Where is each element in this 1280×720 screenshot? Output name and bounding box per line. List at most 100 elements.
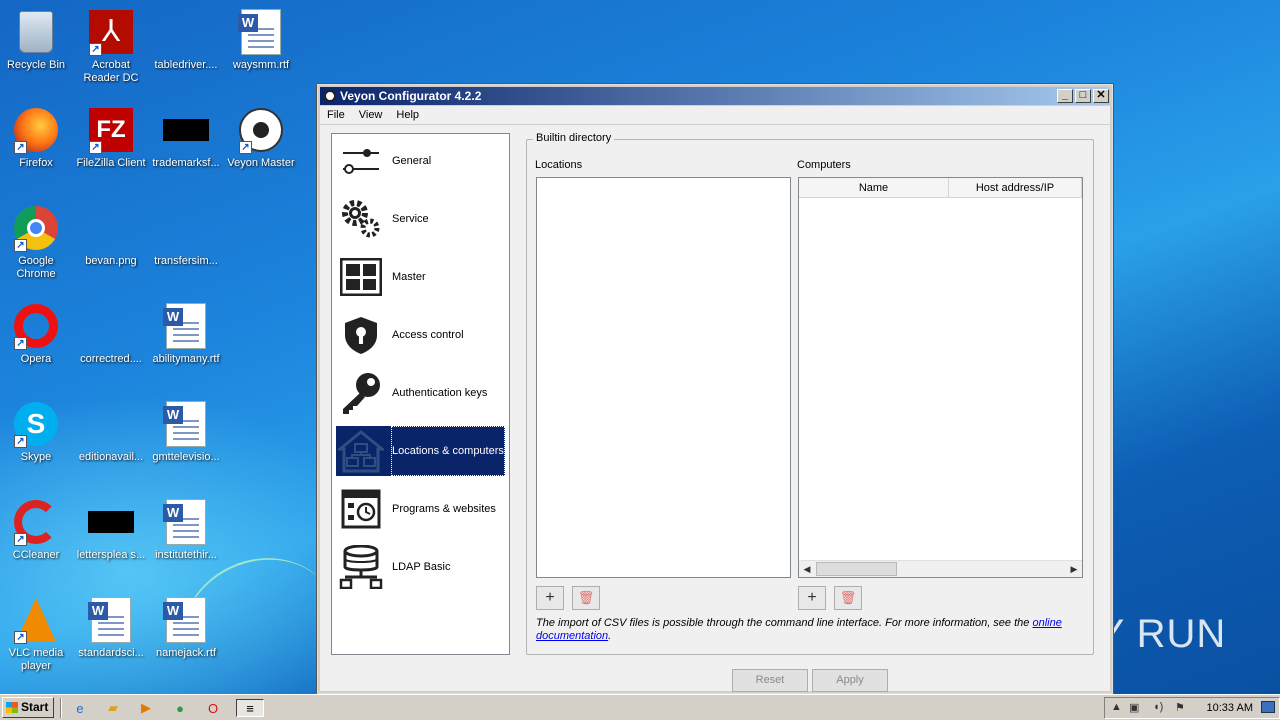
add-computer-button[interactable]: + <box>798 586 826 610</box>
nav-item-access-control[interactable]: Access control <box>336 310 505 360</box>
desktop-icon-vlc[interactable]: ↗ VLC media player <box>0 596 74 673</box>
ie-icon[interactable]: e <box>71 699 89 717</box>
menu-view[interactable]: View <box>352 106 390 124</box>
system-tray: ▲ ▣ ◖) ⚑ 10:33 AM <box>1104 697 1280 719</box>
desktop-icon-label: Veyon Master <box>227 157 295 169</box>
locations-list[interactable] <box>536 177 791 578</box>
show-desktop-icon[interactable] <box>1261 701 1275 713</box>
desktop-icon-label: trademarksf... <box>152 157 220 169</box>
desktop-icon-tabledriver[interactable]: tabledriver.... <box>148 8 224 72</box>
desktop-icon-recycle-bin[interactable]: Recycle Bin <box>0 8 74 72</box>
minimize-button[interactable]: _ <box>1057 89 1073 103</box>
start-label: Start <box>21 700 49 714</box>
desktop-icon-label: editionavail... <box>78 451 144 463</box>
desktop-icon-trademarksf[interactable]: trademarksf... <box>148 106 224 170</box>
nav-label: Programs & websites <box>392 503 496 515</box>
remove-computer-button[interactable]: 🗑 <box>834 586 862 610</box>
nav-item-ldap-basic[interactable]: LDAP Basic <box>336 542 505 592</box>
desktop-icon-opera[interactable]: ↗ Opera <box>0 302 74 366</box>
desktop-icon-ccleaner[interactable]: ↗ CCleaner <box>0 498 74 562</box>
desktop-icon-filezilla[interactable]: FZ ↗ FileZilla Client <box>73 106 149 170</box>
scroll-left-icon[interactable]: ◀ <box>799 561 815 577</box>
desktop-icon-abilitymany[interactable]: W abilitymany.rtf <box>148 302 224 366</box>
chrome-taskbar-icon[interactable]: ● <box>171 699 189 717</box>
desktop-icon-label: bevan.png <box>85 255 137 267</box>
column-header-host[interactable]: Host address/IP <box>949 178 1082 197</box>
desktop-icon-label: tabledriver.... <box>154 59 218 71</box>
nav-label: Access control <box>392 329 464 341</box>
client-area: General Service Master Access control Au… <box>320 125 1110 692</box>
media-player-icon[interactable]: ▶ <box>137 699 155 717</box>
scroll-thumb[interactable] <box>816 562 897 576</box>
desktop-icon-namejack[interactable]: W namejack.rtf <box>148 596 224 660</box>
desktop-icon-label: waysmm.rtf <box>232 59 290 71</box>
maximize-button[interactable]: □ <box>1075 89 1091 103</box>
desktop-icon-gmttelevisio[interactable]: W gmttelevisio... <box>148 400 224 464</box>
desktop-icon-correctred[interactable]: correctred.... <box>73 302 149 366</box>
nav-label: Authentication keys <box>392 387 488 399</box>
key-icon <box>336 368 386 418</box>
desktop-icon-institutethir[interactable]: W institutethir... <box>148 498 224 562</box>
nav-item-locations-computers[interactable]: Locations & computers <box>336 426 505 476</box>
title-bar[interactable]: Veyon Configurator 4.2.2 _ □ ✕ <box>320 87 1110 105</box>
desktop-icon-editionavail[interactable]: editionavail... <box>73 400 149 464</box>
settings-nav-list: General Service Master Access control Au… <box>331 133 510 655</box>
opera-taskbar-icon[interactable]: O <box>204 699 222 717</box>
add-location-button[interactable]: + <box>536 586 564 610</box>
desktop-icon-acrobat[interactable]: ⅄ ↗ Acrobat Reader DC <box>73 8 149 85</box>
trash-icon: 🗑 <box>839 590 857 605</box>
menu-help[interactable]: Help <box>389 106 426 124</box>
nav-label: General <box>392 155 432 167</box>
close-button[interactable]: ✕ <box>1093 89 1109 103</box>
plus-icon: + <box>807 589 817 606</box>
app-icon <box>324 90 336 102</box>
file-icon <box>88 511 134 533</box>
csv-import-note: The import of CSV files is possible thro… <box>536 617 1066 643</box>
start-button[interactable]: Start <box>2 697 54 718</box>
desktop-icon-firefox[interactable]: ↗ Firefox <box>0 106 74 170</box>
desktop-icon-label: Acrobat Reader DC <box>83 59 139 84</box>
desktop-icon-label: standardsci... <box>78 647 144 659</box>
desktop-icon-letterspleas[interactable]: lettersplea s... <box>73 498 149 562</box>
nav-label: Master <box>392 271 426 283</box>
plus-icon: + <box>545 589 555 606</box>
database-icon <box>336 542 386 592</box>
recycle-bin-icon <box>19 11 53 53</box>
network-icon[interactable]: ▣ <box>1129 701 1139 714</box>
nav-item-programs-websites[interactable]: Programs & websites <box>336 484 505 534</box>
scroll-right-icon[interactable]: ▶ <box>1066 561 1082 577</box>
nav-item-authentication-keys[interactable]: Authentication keys <box>336 368 505 418</box>
desktop-icon-skype[interactable]: S ↗ Skype <box>0 400 74 464</box>
windows-logo-icon <box>6 702 18 713</box>
clock[interactable]: 10:33 AM <box>1207 702 1253 714</box>
explorer-folder-icon[interactable]: ▰ <box>104 699 122 717</box>
desktop-icon-label: transfersim... <box>154 255 218 267</box>
desktop-icon-label: gmttelevisio... <box>152 451 220 463</box>
desktop-icon-label: CCleaner <box>12 549 60 561</box>
desktop-icon-transfersim[interactable]: transfersim... <box>148 204 224 268</box>
show-hidden-icons[interactable]: ▲ <box>1111 701 1122 713</box>
desktop-icon-chrome[interactable]: ↗ Google Chrome <box>0 204 74 281</box>
desktop-icon-label: FileZilla Client <box>76 157 146 169</box>
veyon-configurator-taskbar-icon[interactable]: ≡ <box>236 699 264 717</box>
veyon-configurator-window: Veyon Configurator 4.2.2 _ □ ✕ File View H… <box>316 83 1114 695</box>
reset-button[interactable]: Reset <box>732 669 808 692</box>
remove-location-button[interactable]: 🗑 <box>572 586 600 610</box>
desktop-icon-standardsci[interactable]: W standardsci... <box>73 596 149 660</box>
desktop-icon-waysmm[interactable]: W waysmm.rtf <box>223 8 299 72</box>
horizontal-scrollbar[interactable]: ◀ ▶ <box>799 560 1082 577</box>
desktop-icon-veyon-master[interactable]: ↗ Veyon Master <box>223 106 299 170</box>
action-center-flag-icon[interactable]: ⚑ <box>1175 701 1185 714</box>
apply-button[interactable]: Apply <box>812 669 888 692</box>
menu-file[interactable]: File <box>320 106 352 124</box>
desktop-icon-label: Google Chrome <box>16 255 56 280</box>
computers-table[interactable]: Name Host address/IP ◀ ▶ <box>798 177 1083 578</box>
note-text: The import of CSV files is possible thro… <box>536 617 1033 629</box>
file-icon <box>88 314 134 338</box>
column-header-name[interactable]: Name <box>799 178 949 197</box>
nav-item-service[interactable]: Service <box>336 194 505 244</box>
desktop-icon-bevan[interactable]: bevan.png <box>73 204 149 268</box>
nav-item-general[interactable]: General <box>336 136 505 186</box>
volume-icon[interactable]: ◖) <box>1153 701 1163 713</box>
nav-item-master[interactable]: Master <box>336 252 505 302</box>
